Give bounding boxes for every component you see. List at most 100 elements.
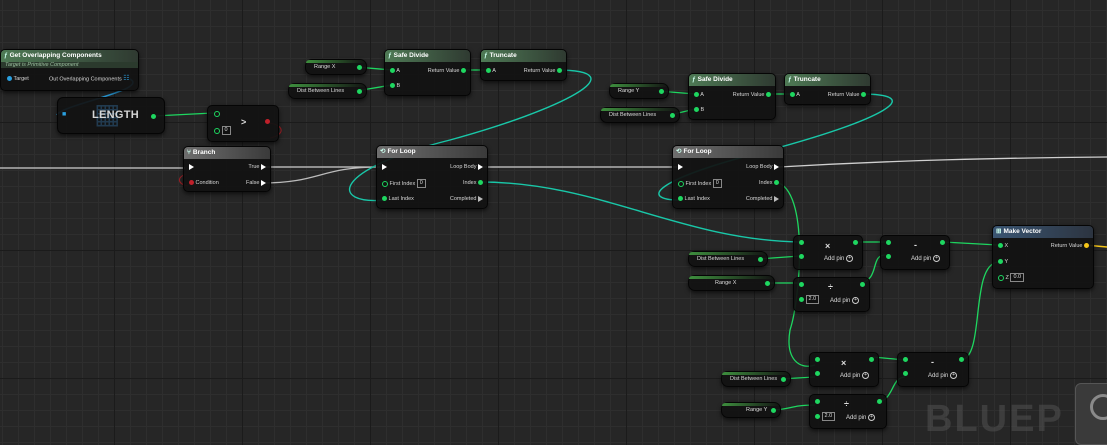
- greater-output-pin[interactable]: [265, 118, 270, 126]
- output-pin[interactable]: [758, 256, 763, 262]
- last-index-pin[interactable]: Last Index: [678, 195, 710, 203]
- input-b-pin[interactable]: B: [390, 82, 400, 90]
- branch-false-pin[interactable]: False: [246, 179, 266, 187]
- input-a-pin[interactable]: A: [486, 67, 496, 75]
- completed-pin[interactable]: Completed: [746, 195, 779, 203]
- subtract-node-1[interactable]: - Add pin +: [880, 235, 950, 270]
- for-loop-node-2[interactable]: ⟲ For Loop Loop Body First Index 0 Index …: [672, 145, 784, 209]
- input-b-pin[interactable]: 2.0: [815, 412, 836, 421]
- input-b-pin[interactable]: 2.0: [799, 295, 820, 304]
- completed-pin[interactable]: Completed: [450, 195, 483, 203]
- function-icon: ƒ: [4, 52, 8, 59]
- array-input-pin[interactable]: ■: [62, 111, 66, 118]
- output-pin[interactable]: [959, 356, 964, 364]
- out-overlapping-components-pin[interactable]: Out Overlapping Components ☷: [49, 75, 130, 83]
- greater-input-a[interactable]: [214, 110, 220, 118]
- dist-between-lines-getter[interactable]: Dist Between Lines: [600, 107, 680, 123]
- output-pin[interactable]: [869, 356, 874, 364]
- output-pin[interactable]: [877, 398, 882, 406]
- return-value-pin[interactable]: Return Value: [428, 67, 466, 75]
- y-pin[interactable]: Y: [998, 258, 1008, 266]
- safe-divide-node-1[interactable]: ƒ Safe Divide A Return Value B: [384, 49, 471, 96]
- greater-than-node[interactable]: 0 >: [207, 105, 279, 142]
- exec-in-pin[interactable]: [678, 163, 683, 171]
- return-value-pin[interactable]: Return Value: [733, 91, 771, 99]
- divide-node-1[interactable]: 2.0 ÷ Add pin +: [793, 277, 870, 312]
- target-pin[interactable]: Target: [7, 75, 29, 83]
- return-value-pin[interactable]: Return Value: [1051, 242, 1089, 250]
- output-pin[interactable]: [357, 88, 362, 94]
- length-output-pin[interactable]: [151, 114, 156, 119]
- output-pin[interactable]: [860, 281, 865, 289]
- exec-in-pin[interactable]: [382, 163, 387, 171]
- input-a-pin[interactable]: [815, 398, 820, 406]
- output-pin[interactable]: [781, 376, 786, 382]
- input-a-pin[interactable]: [886, 239, 891, 247]
- range-y-getter[interactable]: Range Y: [721, 402, 781, 418]
- truncate-node-1[interactable]: ƒ Truncate A Return Value: [480, 49, 567, 81]
- for-loop-node-1[interactable]: ⟲ For Loop Loop Body First Index 0 Index …: [376, 145, 488, 209]
- add-pin-button[interactable]: Add pin +: [928, 372, 958, 380]
- length-node[interactable]: ▦ LENGTH ■: [57, 97, 165, 134]
- input-a-pin[interactable]: [799, 239, 804, 247]
- input-b-pin[interactable]: [886, 253, 891, 261]
- blueprint-watermark: BLUEP: [925, 398, 1064, 440]
- branch-exec-in[interactable]: [189, 163, 194, 171]
- first-index-pin[interactable]: First Index 0: [382, 179, 426, 188]
- range-x-getter[interactable]: Range X: [305, 59, 367, 75]
- multiply-node-2[interactable]: × Add pin +: [809, 352, 879, 387]
- input-a-pin[interactable]: [799, 281, 804, 289]
- branch-node[interactable]: ⑂ Branch True Condition False: [183, 146, 271, 192]
- truncate-node-2[interactable]: ƒ Truncate A Return Value: [784, 73, 871, 105]
- add-pin-button[interactable]: Add pin +: [911, 255, 941, 263]
- input-b-pin[interactable]: [799, 253, 804, 261]
- input-a-pin[interactable]: A: [694, 91, 704, 99]
- plus-icon: +: [852, 297, 860, 304]
- output-pin[interactable]: [940, 239, 945, 247]
- index-pin[interactable]: Index: [463, 179, 483, 187]
- first-index-pin[interactable]: First Index 0: [678, 179, 722, 188]
- branch-true-pin[interactable]: True: [248, 163, 266, 171]
- output-pin[interactable]: [853, 239, 858, 247]
- last-index-pin[interactable]: Last Index: [382, 195, 414, 203]
- input-b-pin[interactable]: [815, 370, 820, 378]
- add-pin-button[interactable]: Add pin +: [830, 297, 860, 305]
- output-pin[interactable]: [765, 280, 770, 286]
- add-pin-button[interactable]: Add pin +: [846, 414, 876, 422]
- input-b-pin[interactable]: [903, 370, 908, 378]
- make-vector-node[interactable]: ⊞ Make Vector X Return Value Y Z 0.0: [992, 225, 1094, 289]
- index-pin[interactable]: Index: [759, 179, 779, 187]
- output-pin[interactable]: [659, 88, 664, 94]
- dist-between-lines-getter[interactable]: Dist Between Lines: [288, 83, 367, 99]
- x-pin[interactable]: X: [998, 242, 1008, 250]
- add-pin-button[interactable]: Add pin +: [840, 372, 870, 380]
- greater-input-b[interactable]: 0: [214, 126, 231, 135]
- node-header: ƒ Safe Divide: [689, 74, 775, 86]
- return-value-pin[interactable]: Return Value: [828, 91, 866, 99]
- range-y-getter[interactable]: Range Y: [609, 83, 669, 99]
- output-pin[interactable]: [357, 64, 362, 70]
- dist-between-lines-getter[interactable]: Dist Between Lines: [721, 371, 791, 387]
- safe-divide-node-2[interactable]: ƒ Safe Divide A Return Value B: [688, 73, 776, 120]
- branch-condition-pin[interactable]: Condition: [189, 179, 219, 187]
- dist-between-lines-getter[interactable]: Dist Between Lines: [688, 251, 768, 267]
- divide-node-2[interactable]: 2.0 ÷ Add pin +: [809, 394, 887, 429]
- input-a-pin[interactable]: A: [390, 67, 400, 75]
- input-a-pin[interactable]: [903, 356, 908, 364]
- z-pin[interactable]: Z 0.0: [998, 273, 1025, 282]
- greater-symbol: >: [241, 117, 247, 127]
- loop-body-pin[interactable]: Loop Body: [746, 163, 779, 171]
- subtract-node-2[interactable]: - Add pin +: [897, 352, 969, 387]
- return-value-pin[interactable]: Return Value: [524, 67, 562, 75]
- add-pin-button[interactable]: Add pin +: [824, 255, 854, 263]
- function-icon: ƒ: [788, 76, 792, 83]
- input-b-pin[interactable]: B: [694, 106, 704, 114]
- input-a-pin[interactable]: [815, 356, 820, 364]
- input-a-pin[interactable]: A: [790, 91, 800, 99]
- get-overlapping-components-node[interactable]: ƒ Get Overlapping Components Target is Pr…: [0, 49, 139, 91]
- range-x-getter[interactable]: Range X: [688, 275, 775, 291]
- multiply-node-1[interactable]: × Add pin +: [793, 235, 863, 270]
- loop-body-pin[interactable]: Loop Body: [450, 163, 483, 171]
- output-pin[interactable]: [670, 112, 675, 118]
- output-pin[interactable]: [771, 407, 776, 413]
